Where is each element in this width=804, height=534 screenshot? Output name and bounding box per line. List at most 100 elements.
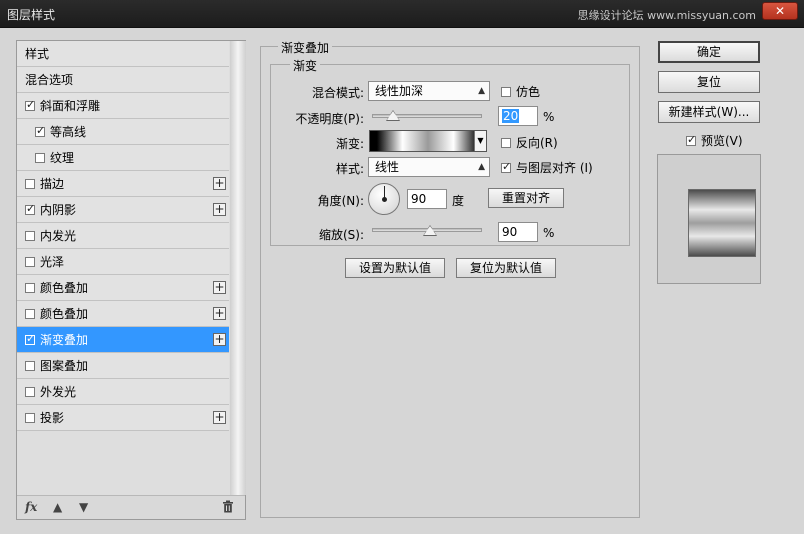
blend-mode-label: 混合模式: <box>311 86 364 100</box>
angle-label: 角度(N): <box>317 194 364 208</box>
style-item-checkbox[interactable] <box>25 386 35 397</box>
style-item-label: 图案叠加 <box>40 359 89 373</box>
style-list-item[interactable]: 内发光 <box>17 223 229 249</box>
style-item-checkbox[interactable] <box>25 308 35 319</box>
scale-label: 缩放(S): <box>318 228 364 242</box>
style-list-item[interactable]: 纹理 <box>17 145 229 171</box>
gradient-picker[interactable]: ▼ <box>369 130 487 152</box>
scale-field[interactable]: 90 <box>498 222 538 242</box>
select-arrows-icon: ▲ <box>478 86 485 96</box>
gradient-label: 渐变: <box>335 137 364 151</box>
style-item-label: 颜色叠加 <box>40 307 89 321</box>
blend-mode-value: 线性加深 <box>375 84 424 98</box>
scale-slider-thumb[interactable] <box>423 225 437 236</box>
angle-field[interactable]: 90 <box>407 189 447 209</box>
reset-to-default-button[interactable]: 复位为默认值 <box>456 258 556 278</box>
style-item-checkbox[interactable] <box>25 412 35 423</box>
arrow-up-icon[interactable]: ▲ <box>53 500 62 514</box>
style-item-label: 斜面和浮雕 <box>40 99 101 113</box>
style-list: 样式混合选项斜面和浮雕等高线纹理描边+内阴影+内发光光泽颜色叠加+颜色叠加+渐变… <box>17 41 229 431</box>
reverse-checkbox[interactable]: 反向(R) <box>501 134 558 151</box>
watermark-text: 思缘设计论坛 www.missyuan.com <box>577 9 756 22</box>
style-item-label: 纹理 <box>50 151 75 165</box>
style-list-item[interactable]: 颜色叠加 + <box>17 301 229 327</box>
new-style-button[interactable]: 新建样式(W)... <box>658 101 760 123</box>
preview-checkbox[interactable]: 预览(V) <box>686 132 743 149</box>
add-effect-icon[interactable]: + <box>213 333 226 346</box>
align-checkbox-box[interactable] <box>501 160 511 173</box>
opacity-slider-thumb[interactable] <box>386 110 400 121</box>
style-item-checkbox[interactable] <box>35 152 45 163</box>
style-list-footer: fx ▲ ▼ <box>17 495 245 519</box>
arrow-down-icon[interactable]: ▼ <box>79 500 88 514</box>
style-label: 样式: <box>335 162 364 176</box>
style-item-label: 内发光 <box>40 229 77 243</box>
reset-button[interactable]: 复位 <box>658 71 760 93</box>
style-item-checkbox[interactable] <box>25 230 35 241</box>
blend-mode-select[interactable]: 线性加深 ▲ <box>368 81 490 101</box>
style-item-label: 投影 <box>40 411 65 425</box>
reset-alignment-button[interactable]: 重置对齐 <box>488 188 564 208</box>
style-list-item[interactable]: 图案叠加 <box>17 353 229 379</box>
style-item-checkbox[interactable] <box>25 332 35 345</box>
style-item-checkbox[interactable] <box>25 256 35 267</box>
select-arrows-icon: ▲ <box>478 162 485 172</box>
style-item-label: 描边 <box>40 177 65 191</box>
style-item-checkbox[interactable] <box>25 202 35 215</box>
style-list-scrollbar[interactable] <box>230 41 246 495</box>
opacity-unit: % <box>543 110 555 124</box>
style-preview-box <box>657 154 761 284</box>
preview-label: 预览(V) <box>701 134 743 148</box>
style-item-label: 颜色叠加 <box>40 281 89 295</box>
preview-checkbox-box[interactable] <box>686 133 696 146</box>
dither-label: 仿色 <box>516 85 541 99</box>
style-select[interactable]: 线性 ▲ <box>368 157 490 177</box>
fx-icon[interactable]: fx <box>25 500 37 514</box>
close-button[interactable]: ✕ <box>762 2 798 20</box>
style-item-label: 等高线 <box>50 125 87 139</box>
scale-value: 90 <box>502 225 518 239</box>
align-label: 与图层对齐 (I) <box>516 161 593 175</box>
style-item-label: 外发光 <box>40 385 77 399</box>
add-effect-icon[interactable]: + <box>213 281 226 294</box>
style-list-item[interactable]: 投影 + <box>17 405 229 431</box>
style-item-label: 渐变叠加 <box>40 333 89 347</box>
add-effect-icon[interactable]: + <box>213 203 226 216</box>
trash-icon[interactable] <box>222 500 234 516</box>
style-item-checkbox[interactable] <box>25 98 35 111</box>
style-item-checkbox[interactable] <box>25 360 35 371</box>
style-list-item[interactable]: 样式 <box>17 41 229 67</box>
align-with-layer-checkbox[interactable]: 与图层对齐 (I) <box>501 159 593 176</box>
title-bar: 图层样式 思缘设计论坛 www.missyuan.com ✕ <box>0 0 804 28</box>
add-effect-icon[interactable]: + <box>213 411 226 424</box>
style-list-item[interactable]: 光泽 <box>17 249 229 275</box>
reverse-checkbox-box[interactable] <box>501 137 511 148</box>
gradient-dropdown-arrow-icon[interactable]: ▼ <box>474 131 486 151</box>
reverse-label: 反向(R) <box>516 136 558 150</box>
dither-checkbox-box[interactable] <box>501 86 511 97</box>
style-list-item[interactable]: 混合选项 <box>17 67 229 93</box>
style-list-item[interactable]: 等高线 <box>17 119 229 145</box>
style-list-item[interactable]: 斜面和浮雕 <box>17 93 229 119</box>
angle-dial[interactable] <box>368 183 400 215</box>
style-item-checkbox[interactable] <box>35 124 45 137</box>
opacity-label: 不透明度(P): <box>295 112 364 126</box>
style-list-item[interactable]: 描边 + <box>17 171 229 197</box>
dither-checkbox[interactable]: 仿色 <box>501 83 540 100</box>
style-list-item[interactable]: 内阴影 + <box>17 197 229 223</box>
opacity-field[interactable]: 20 <box>498 106 538 126</box>
make-default-button[interactable]: 设置为默认值 <box>345 258 445 278</box>
ok-button[interactable]: 确定 <box>658 41 760 63</box>
style-item-checkbox[interactable] <box>25 178 35 189</box>
style-list-item[interactable]: 渐变叠加 + <box>17 327 229 353</box>
add-effect-icon[interactable]: + <box>213 177 226 190</box>
style-item-checkbox[interactable] <box>25 282 35 293</box>
style-list-item[interactable]: 外发光 <box>17 379 229 405</box>
scale-unit: % <box>543 226 555 240</box>
add-effect-icon[interactable]: + <box>213 307 226 320</box>
style-list-item[interactable]: 颜色叠加 + <box>17 275 229 301</box>
gradient-overlay-group-title: 渐变叠加 <box>278 39 333 56</box>
style-preview-swatch <box>688 189 756 257</box>
style-item-label: 光泽 <box>40 255 65 269</box>
gradient-inner-group-title: 渐变 <box>290 57 321 74</box>
